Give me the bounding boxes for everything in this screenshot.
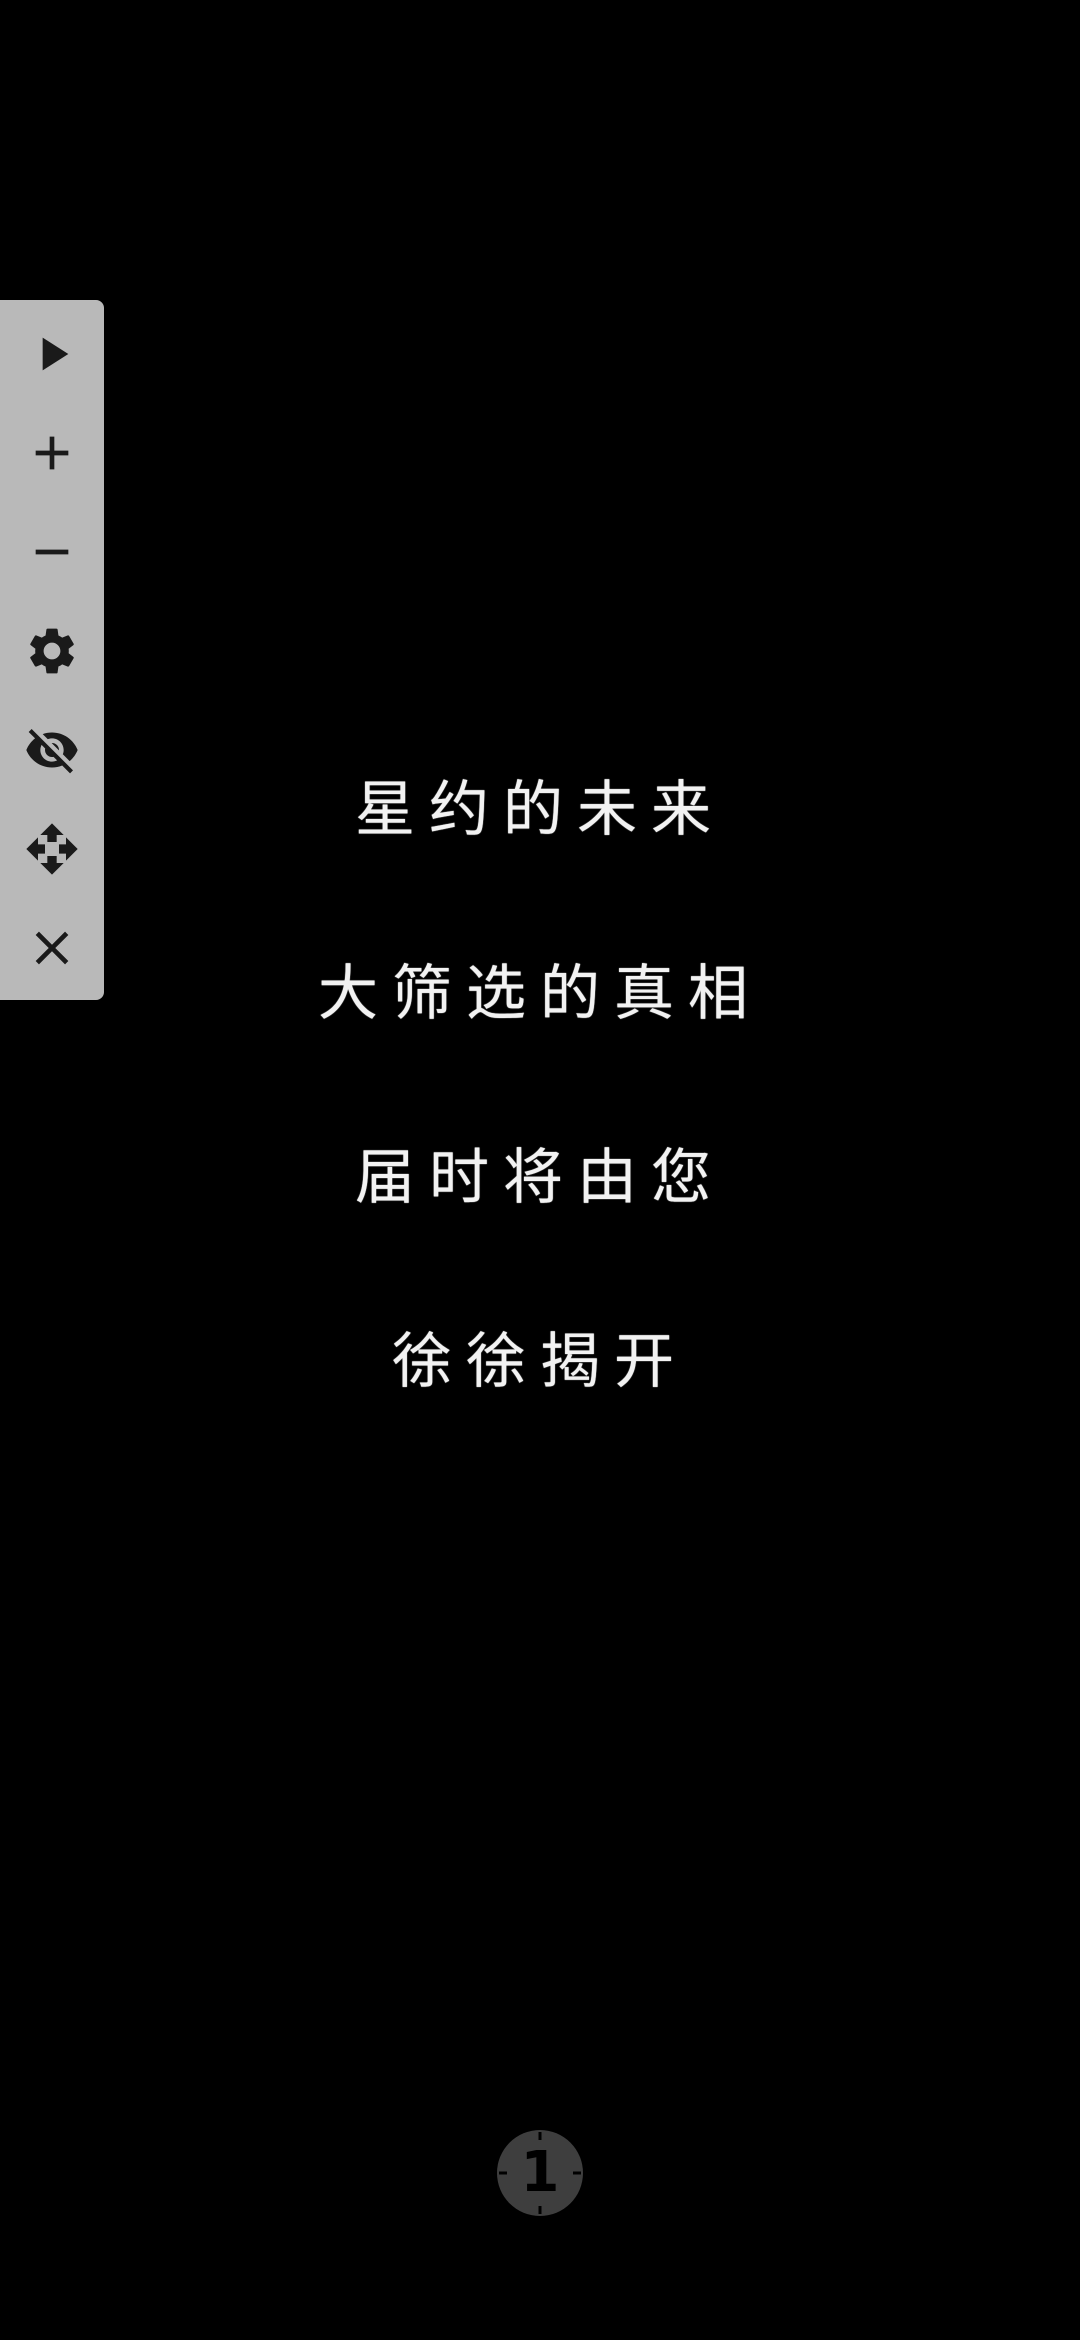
play-button[interactable] [0, 309, 104, 399]
eye-off-icon [26, 729, 78, 774]
story-line-3: 届时将由您 [355, 1143, 725, 1213]
plus-icon [35, 436, 69, 470]
play-icon [42, 337, 69, 371]
story-line-4: 徐徐揭开 [392, 1327, 688, 1397]
zoom-in-button[interactable] [0, 408, 104, 498]
zoom-out-button[interactable] [0, 507, 104, 597]
floating-toolbar [0, 300, 104, 1000]
minus-icon [35, 549, 69, 555]
story-line-1: 星约的未来 [355, 775, 725, 845]
story-line-2: 大筛选的真相 [318, 959, 762, 1029]
settings-button[interactable] [0, 606, 104, 696]
page-number: 1 [520, 2140, 560, 2205]
page-indicator-button[interactable]: 1 [497, 2130, 583, 2216]
gear-icon [30, 628, 74, 674]
